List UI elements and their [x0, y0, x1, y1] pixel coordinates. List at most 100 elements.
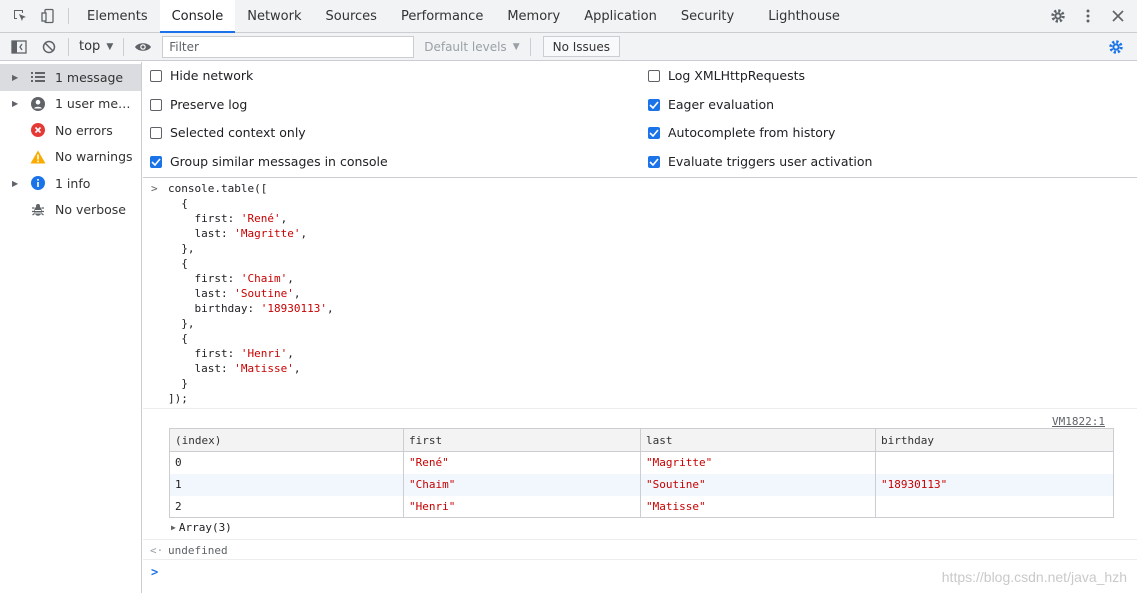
code-line: }: [168, 377, 188, 390]
sidebar-item-warnings[interactable]: No warnings: [0, 144, 141, 171]
expand-arrow-icon[interactable]: ▶: [12, 179, 28, 188]
setting-group-similar[interactable]: Group similar messages in console: [150, 154, 388, 169]
dropdown-arrow-icon: ▼: [512, 41, 520, 52]
table-row: 2 "Henri" "Matisse": [169, 495, 1114, 518]
code-line: last: 'Soutine',: [168, 287, 301, 300]
console-settings-gear-icon[interactable]: [1101, 33, 1131, 61]
console-result-message: <· undefined: [143, 539, 1137, 560]
tab-console[interactable]: Console: [159, 0, 236, 33]
checkbox-checked[interactable]: [648, 155, 660, 168]
tab-performance[interactable]: Performance: [389, 0, 495, 32]
setting-autocomplete[interactable]: Autocomplete from history: [648, 125, 835, 140]
setting-label: Autocomplete from history: [668, 125, 836, 140]
setting-eager-evaluation[interactable]: Eager evaluation: [648, 97, 774, 112]
sidebar-item-info[interactable]: ▶ 1 info: [0, 170, 141, 197]
tab-sources[interactable]: Sources: [314, 0, 389, 32]
code-line: birthday: '18930113',: [168, 302, 334, 315]
issues-button[interactable]: No Issues: [542, 36, 621, 57]
code-line: {: [168, 332, 188, 345]
live-expression-eye-icon[interactable]: [128, 33, 158, 61]
tab-security[interactable]: Security: [669, 0, 746, 32]
table-cell: "Henri": [403, 495, 641, 518]
expand-arrow-icon[interactable]: ▶: [12, 73, 28, 82]
sidebar-item-user-messages[interactable]: ▶ 1 user messages: [0, 91, 141, 118]
table-cell: 2: [169, 495, 404, 518]
code-line: last: 'Magritte',: [168, 227, 308, 240]
tab-lighthouse[interactable]: Lighthouse: [746, 0, 852, 32]
table-row: 0 "René" "Magritte": [169, 451, 1114, 474]
table-cell: "Magritte": [640, 451, 876, 474]
table-header-birthday[interactable]: birthday: [875, 428, 1114, 452]
source-location-link[interactable]: VM1822:1: [1052, 415, 1105, 428]
sidebar-item-verbose[interactable]: No verbose: [0, 197, 141, 224]
console-sidebar: ▶ 1 message ▶ 1 user messages No errors …: [0, 62, 142, 593]
table-cell: "René": [403, 451, 641, 474]
error-icon: [28, 123, 48, 138]
checkmark-icon: [649, 128, 659, 137]
toggle-sidebar-icon[interactable]: [4, 33, 34, 61]
sidebar-item-label: 1 info: [55, 175, 91, 191]
sidebar-item-messages[interactable]: ▶ 1 message: [0, 64, 141, 91]
code-line: console.table([: [168, 182, 268, 195]
context-label: top: [79, 39, 101, 54]
checkbox-checked[interactable]: [648, 126, 660, 139]
checkbox[interactable]: [150, 69, 162, 82]
bug-icon: [28, 203, 48, 217]
tab-network[interactable]: Network: [235, 0, 313, 32]
execution-context-select[interactable]: top ▼: [73, 39, 119, 54]
list-icon: [28, 72, 48, 83]
code-line: ]);: [168, 392, 188, 405]
checkbox[interactable]: [648, 69, 660, 82]
clear-console-icon[interactable]: [34, 33, 64, 61]
code-line: },: [168, 242, 195, 255]
tab-elements[interactable]: Elements: [75, 0, 160, 32]
log-levels-dropdown[interactable]: Default levels ▼: [424, 40, 519, 54]
array-object-expander[interactable]: ▶ Array(3): [171, 521, 232, 534]
table-cell: "Matisse": [640, 495, 876, 518]
setting-log-xhr[interactable]: Log XMLHttpRequests: [648, 68, 805, 83]
table-cell: 1: [169, 473, 404, 496]
warning-icon: [28, 150, 48, 164]
sidebar-item-errors[interactable]: No errors: [0, 117, 141, 144]
setting-preserve-log[interactable]: Preserve log: [150, 97, 247, 112]
setting-selected-context-only[interactable]: Selected context only: [150, 125, 306, 140]
console-table: (index) first last birthday 0 "René" "Ma…: [169, 428, 1114, 518]
setting-label: Log XMLHttpRequests: [668, 68, 806, 83]
console-toolbar: top ▼ Default levels ▼ No Issues: [0, 33, 1137, 61]
close-icon[interactable]: [1103, 10, 1133, 22]
input-chevron-icon: >: [151, 182, 158, 195]
checkbox[interactable]: [150, 98, 162, 111]
console-settings-pane: Hide network Preserve log Selected conte…: [143, 62, 1137, 178]
console-input-message: > console.table([ { first: 'René', last:…: [143, 179, 1137, 409]
expand-arrow-icon[interactable]: ▶: [171, 523, 176, 532]
console-prompt-input[interactable]: >: [151, 565, 158, 579]
setting-label: Preserve log: [170, 97, 248, 112]
more-options-icon[interactable]: [1073, 9, 1103, 23]
code-line: last: 'Matisse',: [168, 362, 301, 375]
setting-label: Selected context only: [170, 125, 306, 140]
table-cell: [875, 495, 1114, 518]
checkbox-checked[interactable]: [648, 98, 660, 111]
table-header-last[interactable]: last: [640, 428, 876, 452]
code-line: {: [168, 197, 188, 210]
sidebar-item-label: No warnings: [55, 149, 133, 165]
checkbox-checked[interactable]: [150, 155, 162, 168]
checkbox[interactable]: [150, 126, 162, 139]
table-cell: "Soutine": [640, 473, 876, 496]
sidebar-item-label: 1 message: [55, 69, 124, 85]
tab-memory[interactable]: Memory: [495, 0, 572, 32]
tab-application[interactable]: Application: [572, 0, 669, 32]
setting-hide-network[interactable]: Hide network: [150, 68, 253, 83]
table-header-first[interactable]: first: [403, 428, 641, 452]
settings-gear-icon[interactable]: [1043, 8, 1073, 24]
dropdown-arrow-icon: ▼: [106, 41, 114, 52]
setting-label: Evaluate triggers user activation: [668, 154, 873, 169]
setting-eval-triggers-activation[interactable]: Evaluate triggers user activation: [648, 154, 872, 169]
return-value: undefined: [168, 544, 228, 557]
expand-arrow-icon[interactable]: ▶: [12, 99, 28, 108]
watermark: https://blog.csdn.net/java_hzh: [941, 569, 1127, 585]
filter-input[interactable]: [162, 35, 415, 58]
table-header-index[interactable]: (index): [169, 428, 404, 452]
inspect-element-icon[interactable]: [6, 0, 34, 32]
device-toolbar-icon[interactable]: [34, 0, 62, 32]
